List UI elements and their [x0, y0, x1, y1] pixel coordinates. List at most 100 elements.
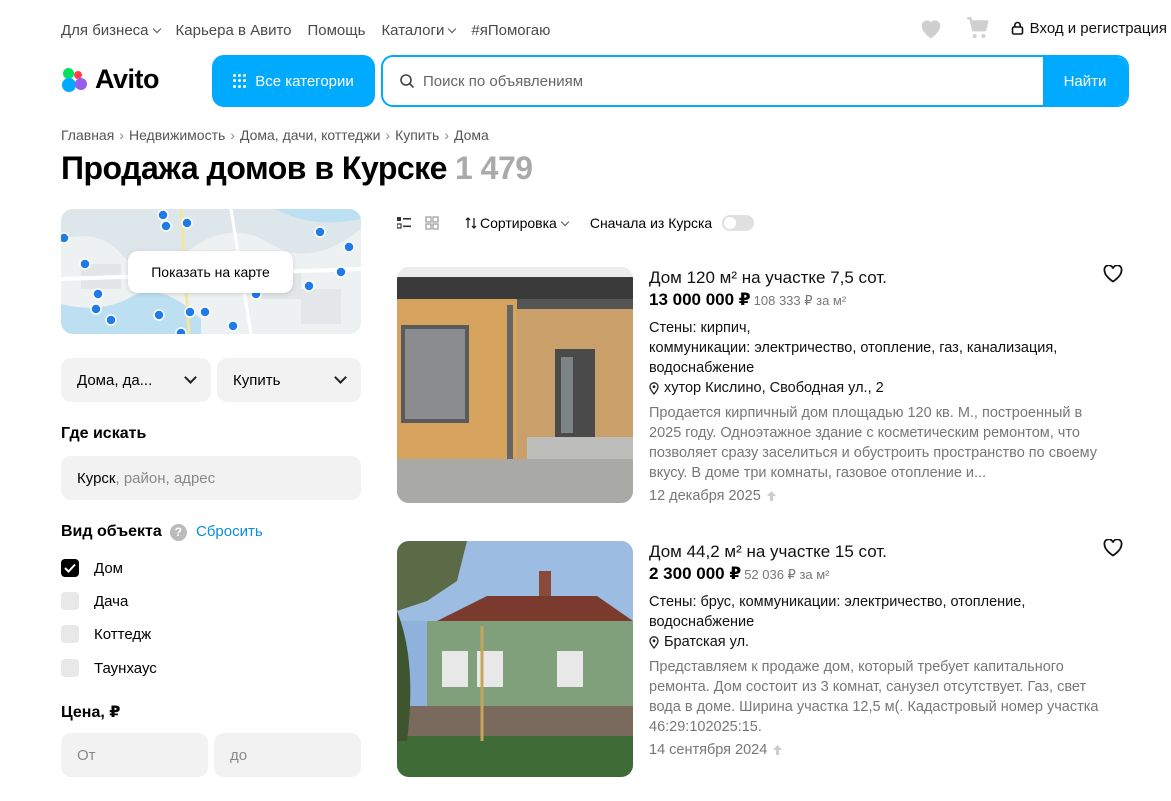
listing-photo[interactable]	[397, 267, 633, 503]
chevron-down-icon	[448, 24, 457, 33]
date-text: 12 декабря 2025	[649, 488, 761, 504]
chevron-down-icon	[334, 371, 347, 384]
house-photo-image	[397, 267, 633, 503]
listing-title[interactable]: Дом 44,2 м² на участке 15 сот.	[649, 542, 1109, 562]
checkbox-house[interactable]: Дом	[61, 559, 123, 577]
checkbox-icon[interactable]	[61, 659, 79, 677]
breadcrumb-sep: ›	[230, 127, 235, 143]
deal-type-value: Купить	[233, 371, 281, 389]
favorite-heart-icon[interactable]	[1103, 539, 1123, 557]
checkbox-dacha[interactable]: Дача	[61, 592, 128, 610]
checkbox-cottage[interactable]: Коттедж	[61, 625, 151, 643]
results-count: 1 479	[454, 150, 533, 186]
checkbox-label: Таунхаус	[94, 659, 157, 677]
property-type-select[interactable]: Дома, да...	[61, 358, 211, 402]
nav-help-label: Помощь	[307, 21, 366, 39]
help-icon[interactable]: ?	[169, 523, 187, 541]
local-first-toggle[interactable]	[722, 215, 755, 231]
page-title-text: Продажа домов в Курске	[61, 150, 447, 186]
listing-params: Стены: брус, коммуникации: электричество…	[649, 594, 1026, 630]
results-toolbar: Сортировка Сначала из Курска	[397, 212, 755, 234]
where-heading: Где искать	[61, 425, 147, 442]
house-photo-image	[397, 541, 633, 777]
checkbox-label: Дача	[94, 592, 129, 610]
checkbox-townhouse[interactable]: Таунхаус	[61, 659, 157, 677]
location-input[interactable]: Курск, район, адрес	[61, 456, 361, 500]
listing-price: 2 300 000 ₽52 036 ₽ за м²	[649, 564, 1109, 584]
address-text: Братская ул.	[664, 634, 750, 650]
nav-ihelp-label: #яПомогаю	[471, 21, 551, 39]
nav-business-label: Для бизнеса	[61, 21, 149, 39]
login-label: Вход и регистрация	[1029, 19, 1167, 37]
listing-description: Представляем к продаже дом, который треб…	[649, 659, 1099, 735]
breadcrumb-realty[interactable]: Недвижимость	[129, 127, 225, 143]
nav-help[interactable]: Помощь	[308, 22, 366, 39]
grid-dots-icon	[233, 74, 247, 88]
listing-description: Продается кирпичный дом площадью 120 кв.…	[649, 405, 1098, 481]
sort-arrows-icon	[465, 217, 477, 229]
search-input[interactable]	[423, 57, 1043, 105]
show-on-map-button[interactable]: Показать на карте	[128, 251, 293, 293]
checkbox-checked-icon[interactable]	[61, 559, 79, 577]
grid-view-icon[interactable]	[425, 216, 439, 230]
chevron-down-icon	[184, 371, 197, 384]
all-categories-label: Все категории	[255, 72, 354, 90]
location-placeholder: , район, адрес	[115, 469, 216, 487]
list-view-icon[interactable]	[397, 216, 411, 230]
property-type-value: Дома, да...	[77, 371, 153, 389]
breadcrumb-sep: ›	[385, 127, 391, 143]
nav-career[interactable]: Карьера в Авито	[176, 22, 292, 39]
chevron-down-icon	[152, 24, 161, 33]
login-link[interactable]: Вход и регистрация	[1011, 20, 1167, 37]
listing-card: Дом 120 м² на участке 7,5 сот. 13 000 00…	[649, 268, 1109, 506]
breadcrumb-houses[interactable]: Дома	[454, 127, 489, 143]
nav-career-label: Карьера в Авито	[175, 21, 292, 39]
local-first-label: Сначала из Курска	[589, 215, 713, 231]
breadcrumb-buy[interactable]: Купить	[395, 127, 439, 143]
address-text: хутор Кислино, Свободная ул., 2	[664, 380, 884, 396]
nav-ihelp[interactable]: #яПомогаю	[471, 22, 550, 39]
price-from-input[interactable]: От	[61, 733, 208, 777]
page-title: Продажа домов в Курске 1 479	[61, 150, 533, 187]
deal-type-select[interactable]: Купить	[217, 358, 361, 402]
listing-params: Стены: кирпич, коммуникации: электричест…	[649, 320, 1058, 376]
nav-catalogs[interactable]: Каталоги	[381, 21, 457, 39]
search-bar: Найти	[381, 55, 1129, 107]
sort-dropdown[interactable]: Сортировка	[465, 215, 570, 231]
find-button[interactable]: Найти	[1043, 57, 1127, 105]
checkbox-icon[interactable]	[61, 592, 79, 610]
breadcrumb-sep: ›	[444, 127, 449, 143]
object-type-label: Вид объекта	[61, 523, 162, 540]
avito-logo[interactable]: Avito	[61, 64, 160, 95]
checkbox-icon[interactable]	[61, 625, 79, 643]
object-type-heading: Вид объекта ?	[61, 523, 187, 541]
all-categories-button[interactable]: Все категории	[212, 55, 375, 107]
nav-catalogs-label: Каталоги	[381, 21, 445, 39]
checkbox-label: Коттедж	[94, 625, 152, 643]
favorite-heart-icon[interactable]	[1103, 265, 1123, 283]
breadcrumb-home[interactable]: Главная	[61, 127, 114, 143]
lock-icon	[1011, 21, 1023, 35]
listing-address: хутор Кислино, Свободная ул., 2	[649, 378, 1109, 398]
listing-photo[interactable]	[397, 541, 633, 777]
breadcrumb-sep: ›	[119, 127, 124, 143]
date-text: 14 сентября 2024	[649, 742, 768, 758]
breadcrumb-houses-cottages[interactable]: Дома, дачи, коттеджи	[240, 127, 380, 143]
nav-business[interactable]: Для бизнеса	[61, 21, 161, 39]
map-preview[interactable]: Показать на карте	[61, 209, 361, 334]
favorites-heart-icon[interactable]	[917, 14, 945, 42]
listing-price: 13 000 000 ₽108 333 ₽ за м²	[649, 290, 1109, 310]
breadcrumb: Главная › Недвижимость › Дома, дачи, котте…	[61, 127, 489, 143]
location-pin-icon	[649, 381, 659, 395]
price-heading: Цена, ₽	[61, 704, 121, 721]
price-per-m2: 108 333 ₽ за м²	[753, 293, 847, 308]
cart-icon[interactable]	[965, 15, 991, 41]
listing-title[interactable]: Дом 120 м² на участке 7,5 сот.	[649, 268, 1109, 288]
price-value: 2 300 000 ₽	[649, 564, 742, 583]
listing-card: Дом 44,2 м² на участке 15 сот. 2 300 000…	[649, 542, 1109, 760]
sort-label: Сортировка	[480, 215, 557, 231]
price-to-input[interactable]: до	[214, 733, 361, 777]
reset-link[interactable]: Сбросить	[196, 523, 263, 540]
location-pin-icon	[649, 635, 659, 649]
search-icon	[400, 74, 414, 88]
